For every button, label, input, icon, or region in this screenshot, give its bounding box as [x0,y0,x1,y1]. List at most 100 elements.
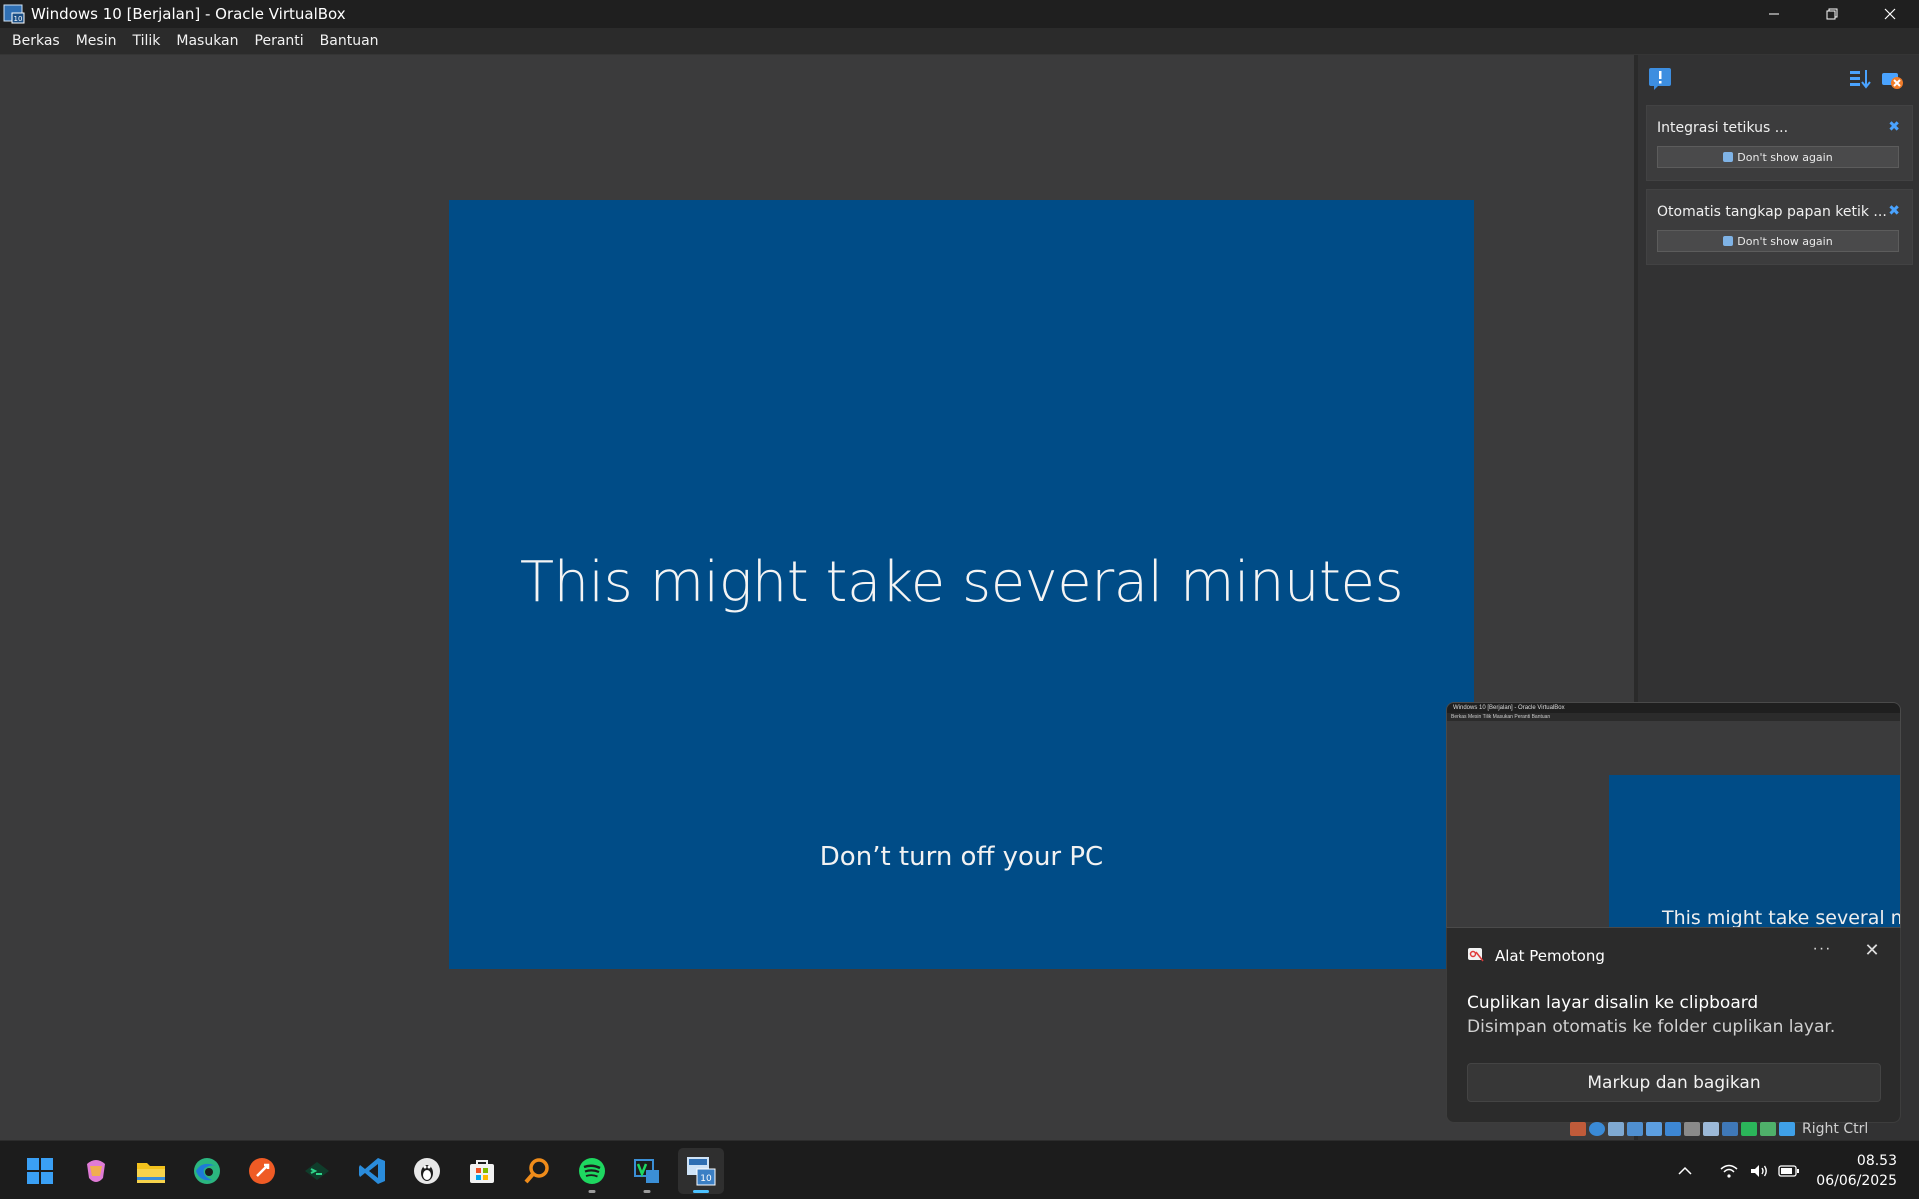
vm-screen[interactable]: This might take several minutes Don’t tu… [449,200,1474,969]
notification-card-mouse-integration: Integrasi tetikus ... ✖ Don't show again [1646,105,1913,181]
preview-title: Windows 10 [Berjalan] - Oracle VirtualBo… [1447,703,1900,713]
taskbar-clock[interactable]: 08.53 06/06/2025 [1816,1151,1897,1191]
preview-text: This might take several minu [1662,907,1900,928]
close-icon[interactable]: ✖ [1888,202,1900,219]
copilot-icon [87,1160,105,1182]
battery-icon[interactable] [1774,1156,1804,1186]
more-options-icon[interactable]: ··· [1807,940,1837,966]
close-icon[interactable]: ✖ [1888,118,1900,135]
svg-text:10: 10 [700,1174,712,1184]
host-key-label: Right Ctrl [1802,1120,1869,1137]
video-capture-icon[interactable] [1703,1121,1719,1136]
menu-bantuan[interactable]: Bantuan [312,33,387,49]
sort-icon[interactable] [1848,67,1872,91]
chevron-up-icon[interactable] [1670,1156,1700,1186]
dont-show-again-button[interactable]: Don't show again [1657,230,1899,252]
toast-app-name: Alat Pemotong [1495,947,1605,965]
copilot-button[interactable] [73,1148,119,1194]
virtualbox-vm-icon: 10 [687,1157,716,1186]
cpu-icon[interactable] [1741,1121,1757,1136]
window-controls [1745,0,1919,28]
search-app-button[interactable] [514,1148,560,1194]
notification-center-icon[interactable] [1648,67,1672,91]
notification-panel-header [1638,55,1919,105]
penguin-app-button[interactable] [404,1148,450,1194]
toast-close-icon[interactable]: ✕ [1857,940,1887,966]
volume-icon[interactable] [1744,1156,1774,1186]
toast-heading: Cuplikan layar disalin ke clipboard [1467,993,1759,1013]
postman-icon [249,1158,275,1184]
storage-icon[interactable] [1570,1121,1586,1136]
running-indicator [643,1190,651,1193]
running-indicator [693,1190,709,1193]
menu-mesin[interactable]: Mesin [68,33,125,49]
vscode-icon [359,1158,385,1184]
shared-folders-icon[interactable] [1665,1121,1681,1136]
markup-share-button[interactable]: Markup dan bagikan [1467,1063,1881,1102]
spotify-button[interactable] [569,1148,615,1194]
menu-masukan[interactable]: Masukan [168,33,246,49]
dont-show-again-label: Don't show again [1737,234,1833,248]
monitor-icon[interactable] [1722,1121,1738,1136]
notification-title: Otomatis tangkap papan ketik ... [1657,204,1887,220]
terminal-button[interactable] [294,1148,340,1194]
virtualbox-vm-button[interactable]: 10 [678,1148,724,1194]
notification-card-keyboard-capture: Otomatis tangkap papan ketik ... ✖ Don't… [1646,189,1913,265]
mouse-integration-icon[interactable] [1760,1121,1776,1136]
restore-button[interactable] [1803,0,1861,28]
vbox-status-bar: Right Ctrl [1570,1117,1919,1140]
file-explorer-button[interactable] [128,1148,174,1194]
snip-preview-thumbnail[interactable]: Windows 10 [Berjalan] - Oracle VirtualBo… [1446,702,1901,928]
snipping-tool-toast[interactable]: Alat Pemotong ··· ✕ Cuplikan layar disal… [1446,928,1901,1123]
menu-berkas[interactable]: Berkas [4,33,68,49]
spotify-icon [579,1158,605,1184]
network-icon[interactable] [1627,1121,1643,1136]
svg-text:10: 10 [14,15,23,23]
dont-show-again-button[interactable]: Don't show again [1657,146,1899,168]
vm-display-area[interactable]: This might take several minutes Don’t tu… [0,55,1634,1140]
clock-date: 06/06/2025 [1816,1173,1897,1189]
store-button[interactable] [459,1148,505,1194]
display-icon[interactable] [1684,1121,1700,1136]
optical-drive-icon[interactable] [1589,1121,1605,1136]
penguin-app-icon [414,1158,440,1184]
edge-icon [194,1158,220,1184]
postman-button[interactable] [239,1148,285,1194]
close-button[interactable] [1861,0,1919,28]
vm-sub-message: Don’t turn off your PC [819,842,1104,872]
terminal-icon [305,1162,329,1180]
dont-show-again-label: Don't show again [1737,150,1833,164]
edge-button[interactable] [184,1148,230,1194]
virtualbox-manager-button[interactable] [624,1148,670,1194]
toast-body: Disimpan otomatis ke folder cuplikan lay… [1467,1017,1836,1037]
start-button[interactable] [17,1148,63,1194]
preview-menu: Berkas Mesin Tilik Masukan Peranti Bantu… [1447,713,1900,721]
dismiss-all-icon[interactable] [1880,67,1904,91]
wifi-icon[interactable] [1714,1156,1744,1186]
running-indicator [588,1190,596,1193]
taskbar: 10 08.53 06/06/2025 [0,1140,1919,1199]
window-title: Windows 10 [Berjalan] - Oracle VirtualBo… [31,5,346,23]
menu-tilik[interactable]: Tilik [124,33,168,49]
menu-bar: Berkas Mesin Tilik Masukan Peranti Bantu… [0,28,1919,55]
snipping-tool-icon [1467,946,1485,964]
dont-show-icon [1723,152,1734,162]
start-icon [27,1158,53,1184]
virtualbox-manager-icon [634,1159,659,1183]
preview-vm-screen [1609,775,1900,927]
window-title-bar: 10 Windows 10 [Berjalan] - Oracle Virtua… [0,0,1919,28]
system-tray [1670,1141,1804,1199]
file-explorer-icon [137,1163,165,1183]
store-icon [470,1160,494,1183]
keyboard-capture-icon[interactable] [1779,1121,1795,1136]
search-app-icon [524,1158,549,1184]
vm-main-message: This might take several minutes [519,550,1404,615]
vscode-button[interactable] [349,1148,395,1194]
clock-time: 08.53 [1856,1153,1897,1169]
audio-icon[interactable] [1608,1121,1624,1136]
dont-show-icon [1723,236,1734,246]
menu-peranti[interactable]: Peranti [247,33,312,49]
minimize-button[interactable] [1745,0,1803,28]
notification-title: Integrasi tetikus ... [1657,120,1789,136]
usb-icon[interactable] [1646,1121,1662,1136]
